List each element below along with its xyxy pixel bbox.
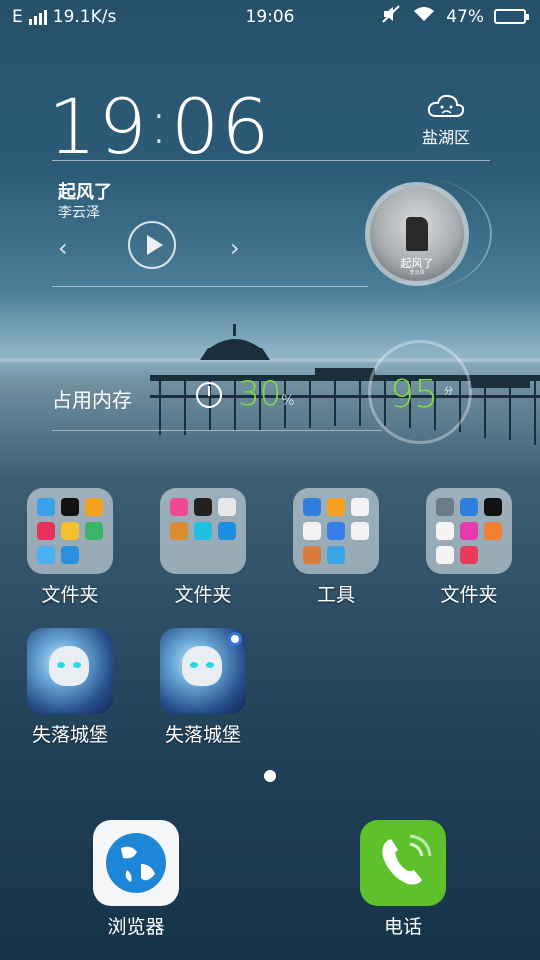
status-bar: E 19.1K/s 19:06 47% xyxy=(0,0,540,34)
page-indicator[interactable] xyxy=(264,770,276,782)
app-label: 文件夹 xyxy=(41,584,99,606)
home-screen: E 19.1K/s 19:06 47% 19:06 盐湖区 起风了 李云泽 ‹ … xyxy=(0,0,540,960)
clock-minutes: 06 xyxy=(170,82,272,171)
next-track-button[interactable]: › xyxy=(230,234,240,262)
lost-castle-icon xyxy=(27,628,113,714)
wifi-icon xyxy=(412,5,436,28)
status-time: 19:06 xyxy=(245,7,295,27)
clock-hours: 19 xyxy=(48,82,149,171)
album-art-rock xyxy=(406,217,428,251)
memory-unit: % xyxy=(281,393,295,409)
folder-icon xyxy=(426,488,512,574)
memory-pie-icon xyxy=(196,382,222,408)
dock-label: 浏览器 xyxy=(107,916,165,938)
dock-label: 电话 xyxy=(383,916,422,938)
app-label: 文件夹 xyxy=(440,584,498,606)
cloud-icon xyxy=(427,94,465,117)
notification-badge-icon xyxy=(228,632,242,646)
song-artist: 李云泽 xyxy=(58,205,100,221)
disc-subtitle: 李云泽 xyxy=(409,270,425,276)
folder-tools[interactable]: 工具 xyxy=(281,488,391,607)
battery-icon xyxy=(494,9,529,24)
weather-location: 盐湖区 xyxy=(421,128,470,147)
weather-widget[interactable]: 盐湖区 xyxy=(422,92,470,148)
score-unit: 分 xyxy=(444,387,454,397)
folder-icon xyxy=(293,488,379,574)
clock-widget[interactable]: 19:06 xyxy=(48,82,272,171)
memory-label: 占用内存 xyxy=(52,388,132,412)
folder-1[interactable]: 文件夹 xyxy=(15,488,125,607)
memory-percent[interactable]: 30% xyxy=(238,374,295,414)
app-label: 工具 xyxy=(316,584,355,606)
score-value[interactable]: 95 xyxy=(390,372,438,416)
app-label: 失落城堡 xyxy=(31,724,108,746)
song-title: 起风了 xyxy=(58,182,112,203)
clock-colon: : xyxy=(148,88,171,158)
app-lost-castle-1[interactable]: 失落城堡 xyxy=(15,628,125,747)
mute-icon xyxy=(382,5,402,28)
album-art-disc[interactable]: 起风了 李云泽 xyxy=(365,182,469,286)
phone-icon xyxy=(360,820,446,906)
battery-percent: 47% xyxy=(446,6,484,27)
dock-phone[interactable]: 电话 xyxy=(343,820,463,939)
divider xyxy=(52,160,490,161)
previous-track-button[interactable]: ‹ xyxy=(58,234,68,262)
app-lost-castle-2[interactable]: 失落城堡 xyxy=(148,628,258,747)
play-button[interactable] xyxy=(128,221,176,269)
memory-value: 30 xyxy=(238,374,282,414)
browser-icon xyxy=(93,820,179,906)
folder-2[interactable]: 文件夹 xyxy=(148,488,258,607)
lost-castle-icon xyxy=(160,628,246,714)
app-label: 失落城堡 xyxy=(164,724,241,746)
dock-browser[interactable]: 浏览器 xyxy=(76,820,196,939)
folder-icon xyxy=(27,488,113,574)
folder-3[interactable]: 文件夹 xyxy=(414,488,524,607)
folder-icon xyxy=(160,488,246,574)
app-label: 文件夹 xyxy=(174,584,232,606)
memory-divider xyxy=(52,430,382,431)
music-divider xyxy=(52,286,368,287)
